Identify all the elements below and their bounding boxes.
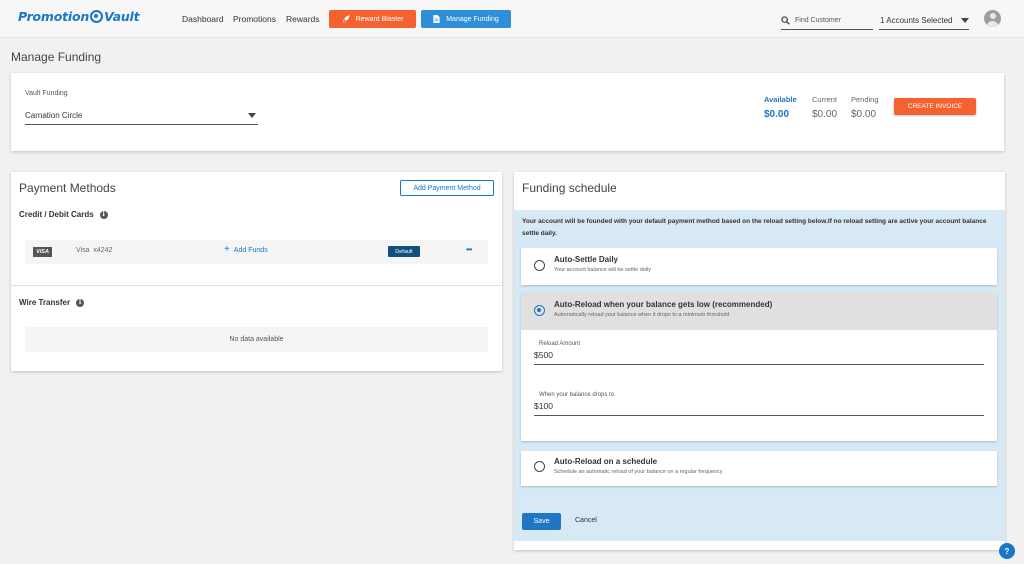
save-button[interactable]: Save	[522, 513, 561, 530]
wire-transfer-heading: Wire Transfer i	[19, 298, 85, 307]
threshold-underline	[534, 415, 984, 416]
logo-text-promotion: Promotion	[18, 9, 90, 24]
caret-down-icon	[248, 112, 256, 118]
available-label: Available	[764, 95, 797, 104]
option-auto-settle-desc: Your account balance will be settle dail…	[554, 267, 652, 273]
reload-amount-label: Reload Amount	[539, 341, 581, 347]
current-balance: Current $0.00	[812, 95, 837, 120]
schedule-notice: Your account will be founded with your d…	[522, 218, 987, 237]
document-icon	[433, 15, 440, 23]
user-avatar-icon[interactable]	[984, 10, 1001, 27]
radio-auto-reload-schedule[interactable]	[534, 461, 545, 472]
reload-amount-underline	[534, 364, 984, 365]
payment-methods-title: Payment Methods	[19, 181, 116, 195]
promotion-vault-logo[interactable]: Promotion Vault	[18, 9, 140, 24]
manage-funding-button[interactable]: Manage Funding	[421, 10, 511, 28]
add-funds-label: Add Funds	[233, 246, 268, 254]
wire-empty-state: No data available	[25, 327, 488, 352]
pending-balance: Pending $0.00	[851, 95, 879, 120]
threshold-field[interactable]: $100	[534, 401, 553, 411]
current-value: $0.00	[812, 109, 838, 120]
visa-card-icon: VISA	[33, 247, 52, 257]
logo-text-vault: Vault	[104, 9, 140, 24]
nav-promotions[interactable]: Promotions	[233, 14, 276, 24]
manage-funding-label: Manage Funding	[446, 15, 499, 23]
vault-funding-select[interactable]: Carnation Circle	[25, 106, 258, 125]
vault-funding-selected: Carnation Circle	[25, 110, 83, 120]
rocket-icon	[341, 15, 350, 23]
accounts-selector[interactable]: 1 Accounts Selected	[879, 12, 969, 30]
current-label: Current	[812, 95, 838, 104]
caret-down-icon	[961, 18, 969, 23]
find-customer-input[interactable]: Find Customer	[781, 12, 873, 30]
available-value: $0.00	[764, 109, 790, 120]
divider	[11, 285, 502, 286]
radio-auto-reload-low[interactable]	[534, 305, 545, 316]
add-payment-method-button[interactable]: Add Payment Method	[400, 180, 494, 196]
plus-icon: +	[224, 244, 230, 255]
card-name: Visa x4242	[76, 247, 113, 254]
top-bar: Promotion Vault Dashboard Promotions Rew…	[0, 0, 1024, 38]
info-icon[interactable]: i	[99, 210, 108, 219]
threshold-value: 100	[538, 401, 553, 411]
option-auto-reload-schedule-title: Auto-Reload on a schedule	[554, 457, 658, 466]
option-auto-reload-low-title: Auto-Reload when your balance gets low (…	[554, 300, 773, 309]
available-balance: Available $0.00	[764, 95, 797, 120]
vault-funding-label: Vault Funding	[25, 90, 68, 97]
funding-schedule-title: Funding schedule	[522, 181, 617, 195]
nav-dashboard[interactable]: Dashboard	[182, 14, 224, 24]
page-title: Manage Funding	[11, 50, 102, 64]
reward-blaster-button[interactable]: Reward Blaster	[329, 10, 416, 28]
more-options-icon[interactable]: •••	[466, 245, 472, 254]
help-icon[interactable]: ?	[999, 543, 1015, 559]
default-badge: Default	[388, 246, 420, 257]
accounts-selected-label: 1 Accounts Selected	[880, 16, 953, 25]
reload-amount-value: 500	[538, 350, 553, 360]
threshold-label: When your balance drops to	[539, 392, 615, 398]
reload-amount-field[interactable]: $500	[534, 350, 553, 360]
add-funds-link[interactable]: + Add Funds	[224, 244, 268, 255]
wire-transfer-label: Wire Transfer	[19, 298, 71, 307]
pending-label: Pending	[851, 95, 879, 104]
pending-value: $0.00	[851, 109, 877, 120]
radio-auto-settle-daily[interactable]	[534, 260, 545, 271]
option-auto-settle-title: Auto-Settle Daily	[554, 255, 619, 264]
cancel-button[interactable]: Cancel	[575, 517, 597, 524]
create-invoice-button[interactable]: CREATE INVOICE	[894, 98, 976, 115]
info-icon[interactable]: i	[76, 298, 85, 307]
option-auto-reload-schedule-desc: Schedule an automatic reload of your bal…	[554, 469, 723, 475]
option-auto-reload-low-desc: Automatically reload your balance when i…	[554, 312, 730, 318]
nav-rewards[interactable]: Rewards	[286, 14, 320, 24]
credit-debit-label: Credit / Debit Cards	[19, 210, 94, 219]
reward-blaster-label: Reward Blaster	[355, 15, 404, 23]
credit-debit-heading: Credit / Debit Cards i	[19, 210, 108, 219]
search-icon	[781, 16, 790, 25]
find-customer-placeholder: Find Customer	[795, 17, 841, 24]
vault-seal-icon	[90, 10, 104, 23]
